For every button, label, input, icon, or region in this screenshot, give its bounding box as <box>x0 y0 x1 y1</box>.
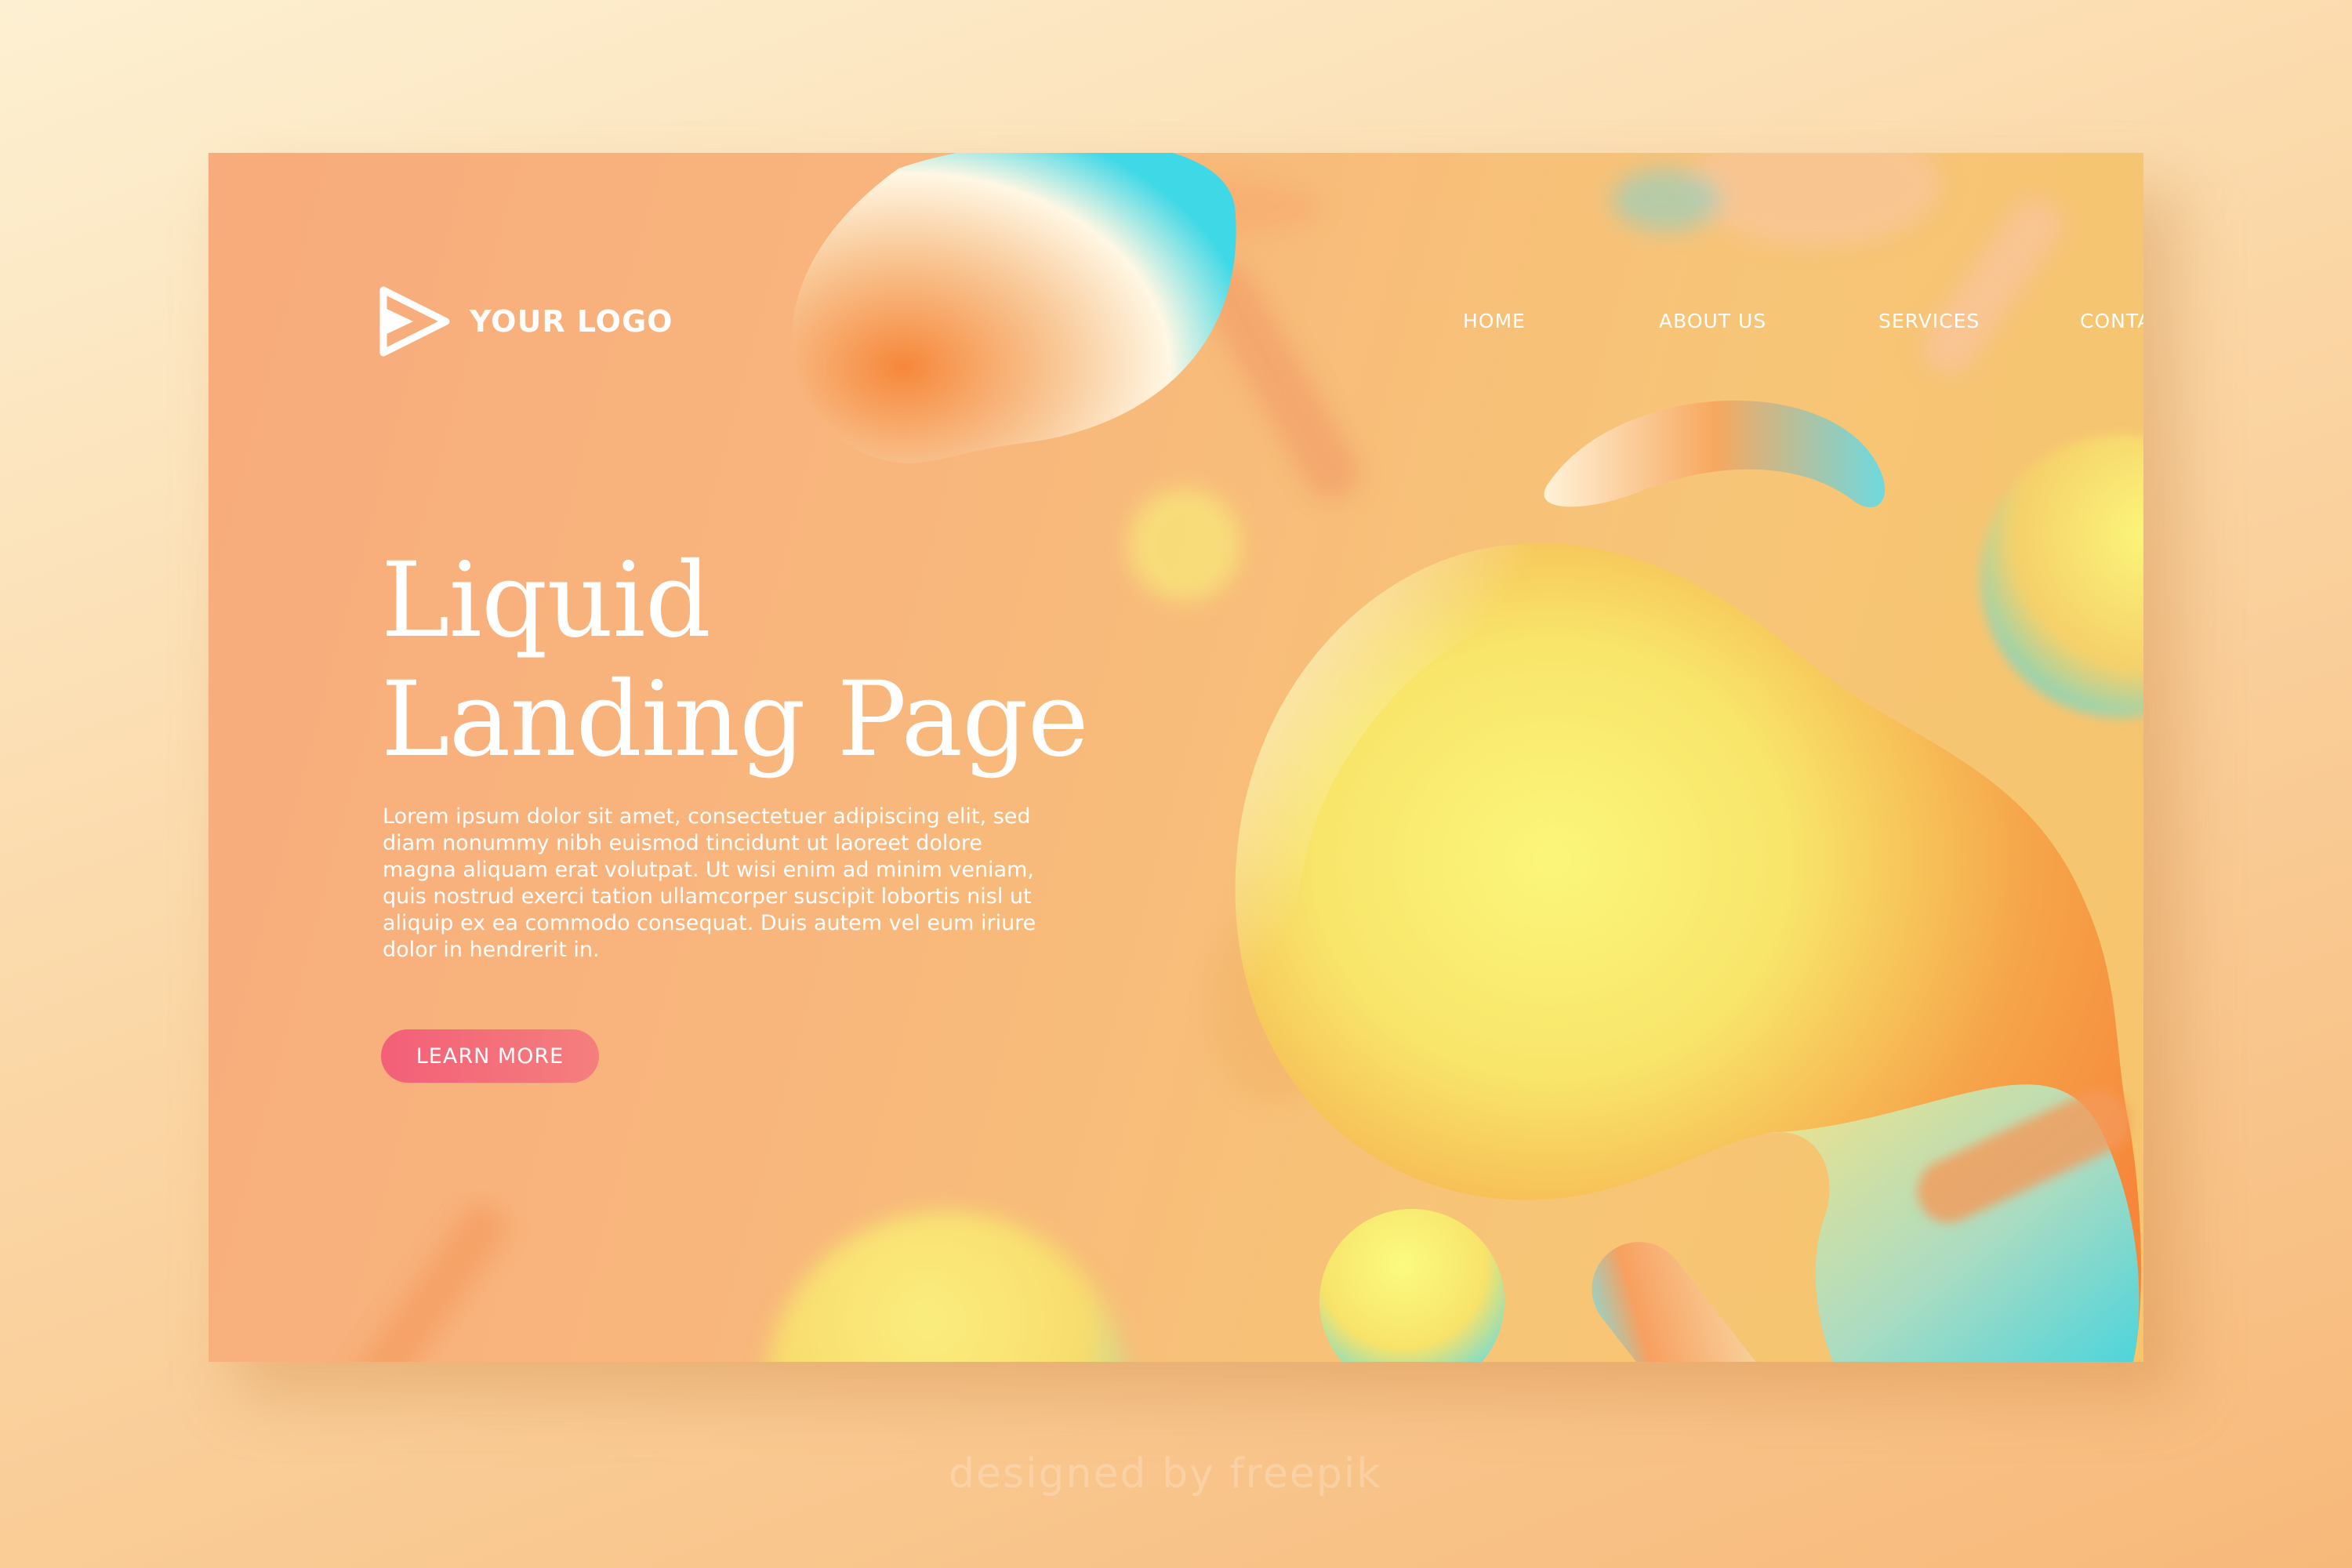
hero-body-text: Lorem ipsum dolor sit amet, consectetuer… <box>383 804 1036 962</box>
hero-title-line2: Landing Page <box>381 659 1089 780</box>
logo[interactable]: YOUR LOGO <box>377 282 673 361</box>
hero-title-line1: Liquid <box>381 540 711 661</box>
learn-more-button[interactable]: LEARN MORE <box>381 1029 599 1083</box>
nav-home[interactable]: HOME <box>1463 310 1526 332</box>
logo-text: YOUR LOGO <box>470 304 673 339</box>
main-nav: HOME ABOUT US SERVICES CONTACT US <box>1253 310 2143 341</box>
hero-title: Liquid Landing Page <box>381 540 1089 780</box>
landing-page: YOUR LOGO HOME ABOUT US SERVICES CONTACT… <box>209 153 2143 1362</box>
nav-contact-us[interactable]: CONTACT US <box>2080 310 2143 332</box>
play-icon <box>379 286 450 357</box>
watermark: designed by freepik <box>949 1450 1382 1497</box>
nav-about-us[interactable]: ABOUT US <box>1659 310 1766 332</box>
nav-services[interactable]: SERVICES <box>1878 310 1980 332</box>
